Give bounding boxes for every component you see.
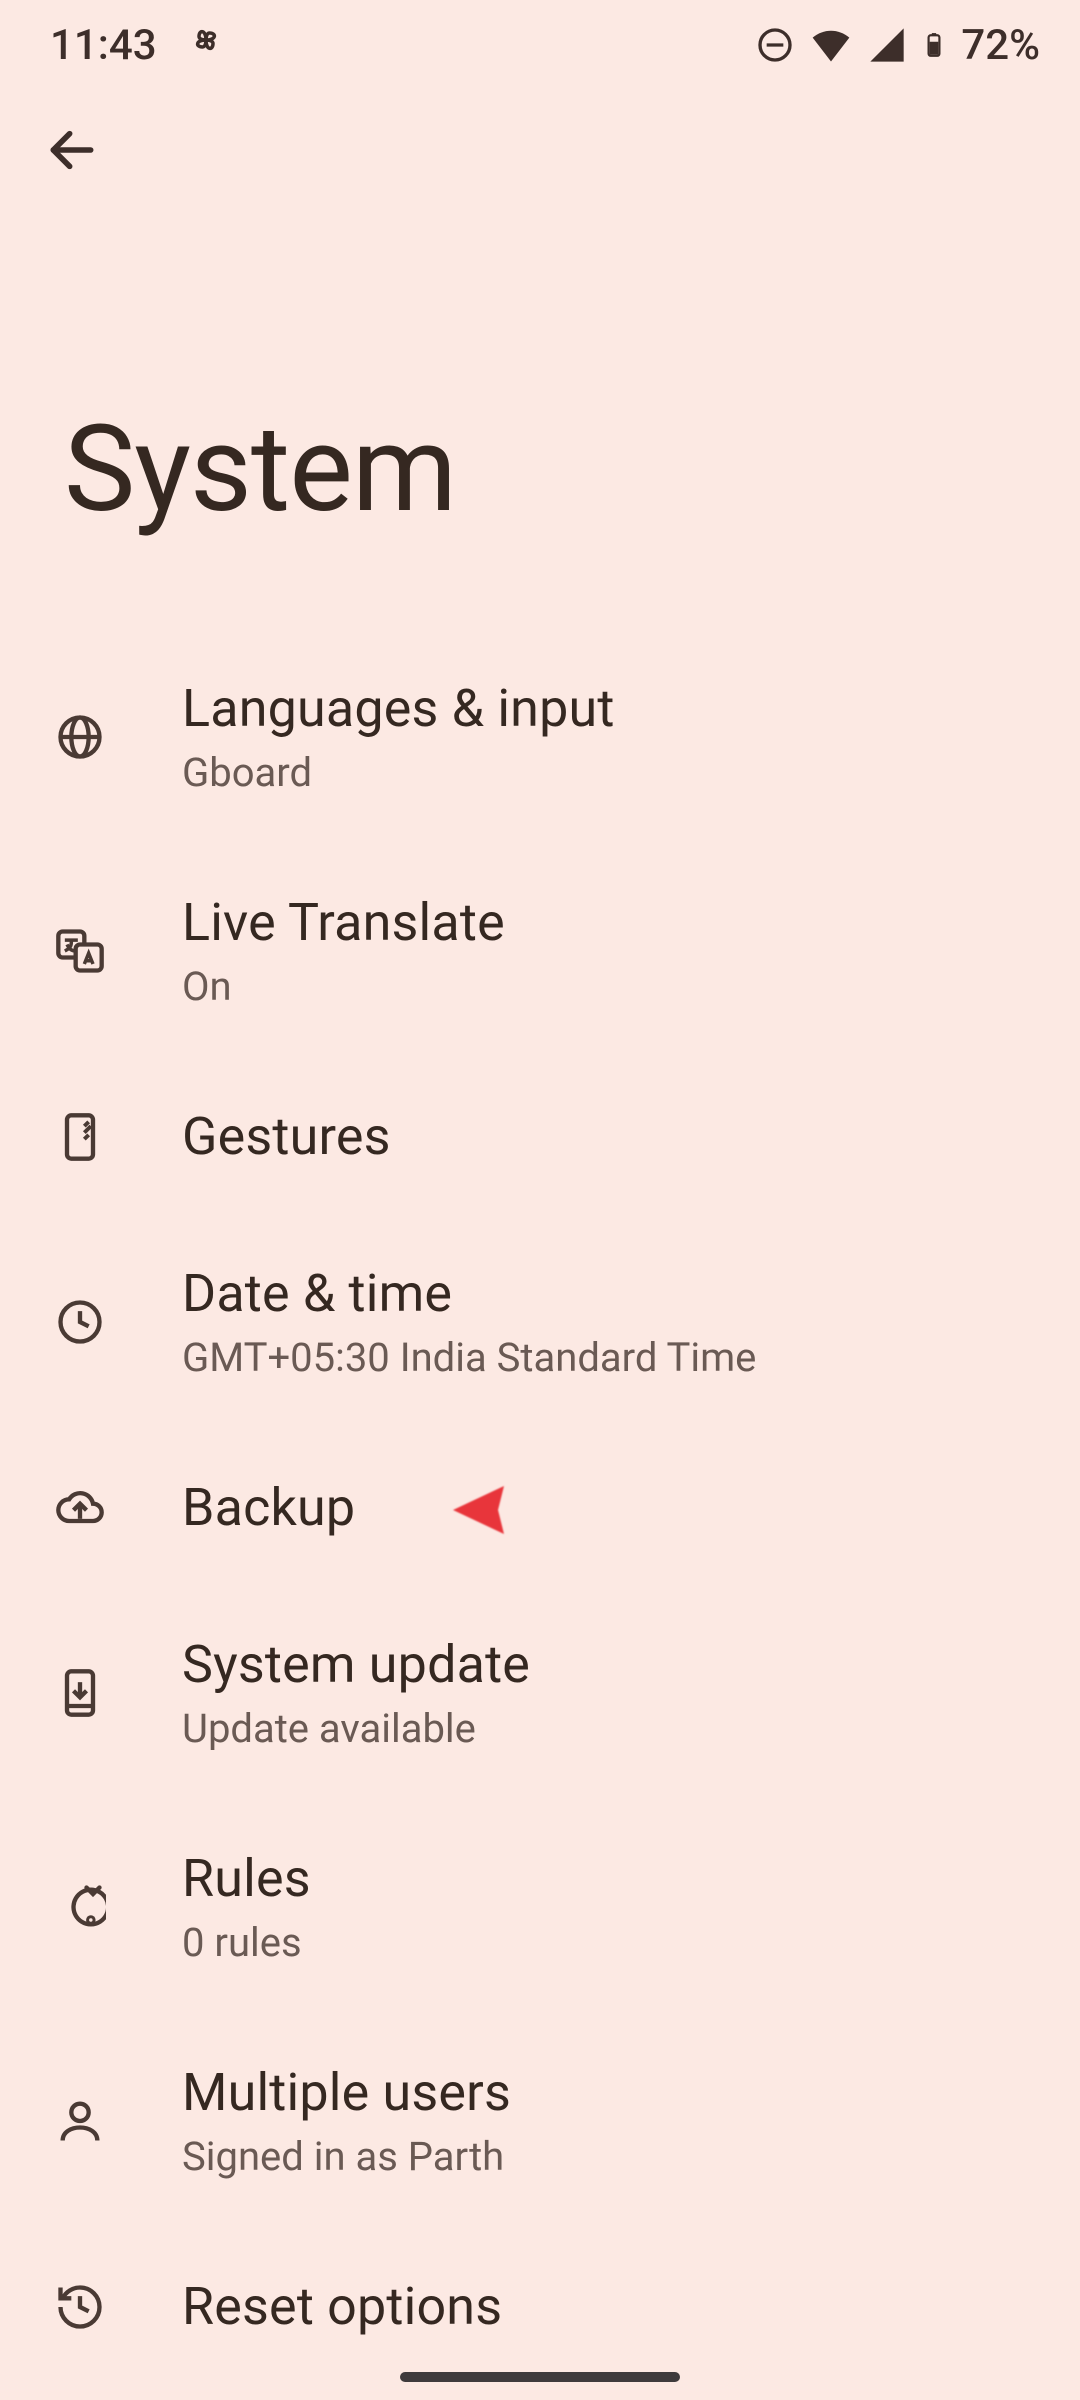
- wifi-icon: [809, 23, 853, 67]
- item-gestures[interactable]: Gestures: [0, 1058, 1080, 1215]
- signal-icon: [867, 25, 907, 65]
- item-title: Languages & input: [182, 678, 615, 739]
- battery-icon: [921, 23, 947, 67]
- item-title: System update: [182, 1634, 530, 1695]
- item-subtitle: On: [182, 963, 505, 1010]
- item-title: Gestures: [182, 1106, 391, 1167]
- item-title: Live Translate: [182, 892, 505, 953]
- system-update-icon: [50, 1663, 110, 1723]
- item-title: Reset options: [182, 2276, 502, 2337]
- item-languages-input[interactable]: Languages & input Gboard: [0, 630, 1080, 844]
- status-bar: 11:43: [0, 0, 1080, 90]
- item-title: Multiple users: [182, 2062, 511, 2123]
- user-icon: [50, 2091, 110, 2151]
- history-icon: [50, 2277, 110, 2337]
- item-subtitle: 0 rules: [182, 1919, 311, 1966]
- rules-icon: [50, 1877, 110, 1937]
- globe-icon: [50, 707, 110, 767]
- item-subtitle: Update available: [182, 1705, 530, 1752]
- item-system-update[interactable]: System update Update available: [0, 1586, 1080, 1800]
- item-title: Rules: [182, 1848, 311, 1909]
- item-subtitle: GMT+05:30 India Standard Time: [182, 1334, 756, 1381]
- item-live-translate[interactable]: Live Translate On: [0, 844, 1080, 1058]
- battery-percent: 72%: [961, 21, 1040, 70]
- pinwheel-icon: [185, 19, 227, 72]
- back-button[interactable]: [36, 114, 108, 186]
- item-subtitle: Gboard: [182, 749, 615, 796]
- item-multiple-users[interactable]: Multiple users Signed in as Parth: [0, 2014, 1080, 2228]
- item-title: Backup: [182, 1477, 355, 1538]
- item-title: Date & time: [182, 1263, 756, 1324]
- item-date-time[interactable]: Date & time GMT+05:30 India Standard Tim…: [0, 1215, 1080, 1429]
- dnd-icon: [755, 25, 795, 65]
- translate-icon: [50, 921, 110, 981]
- arrow-left-icon: [44, 122, 100, 178]
- status-time: 11:43: [50, 21, 157, 70]
- item-reset-options[interactable]: Reset options: [0, 2228, 1080, 2385]
- page-title: System: [0, 210, 1080, 630]
- gesture-phone-icon: [50, 1107, 110, 1167]
- app-bar: [0, 90, 1080, 210]
- settings-list: Languages & input Gboard Live Translate …: [0, 630, 1080, 2385]
- item-subtitle: Signed in as Parth: [182, 2133, 511, 2180]
- cloud-upload-icon: [50, 1478, 110, 1538]
- nav-handle[interactable]: [400, 2372, 680, 2382]
- clock-icon: [50, 1292, 110, 1352]
- item-backup[interactable]: Backup: [0, 1429, 1080, 1586]
- item-rules[interactable]: Rules 0 rules: [0, 1800, 1080, 2014]
